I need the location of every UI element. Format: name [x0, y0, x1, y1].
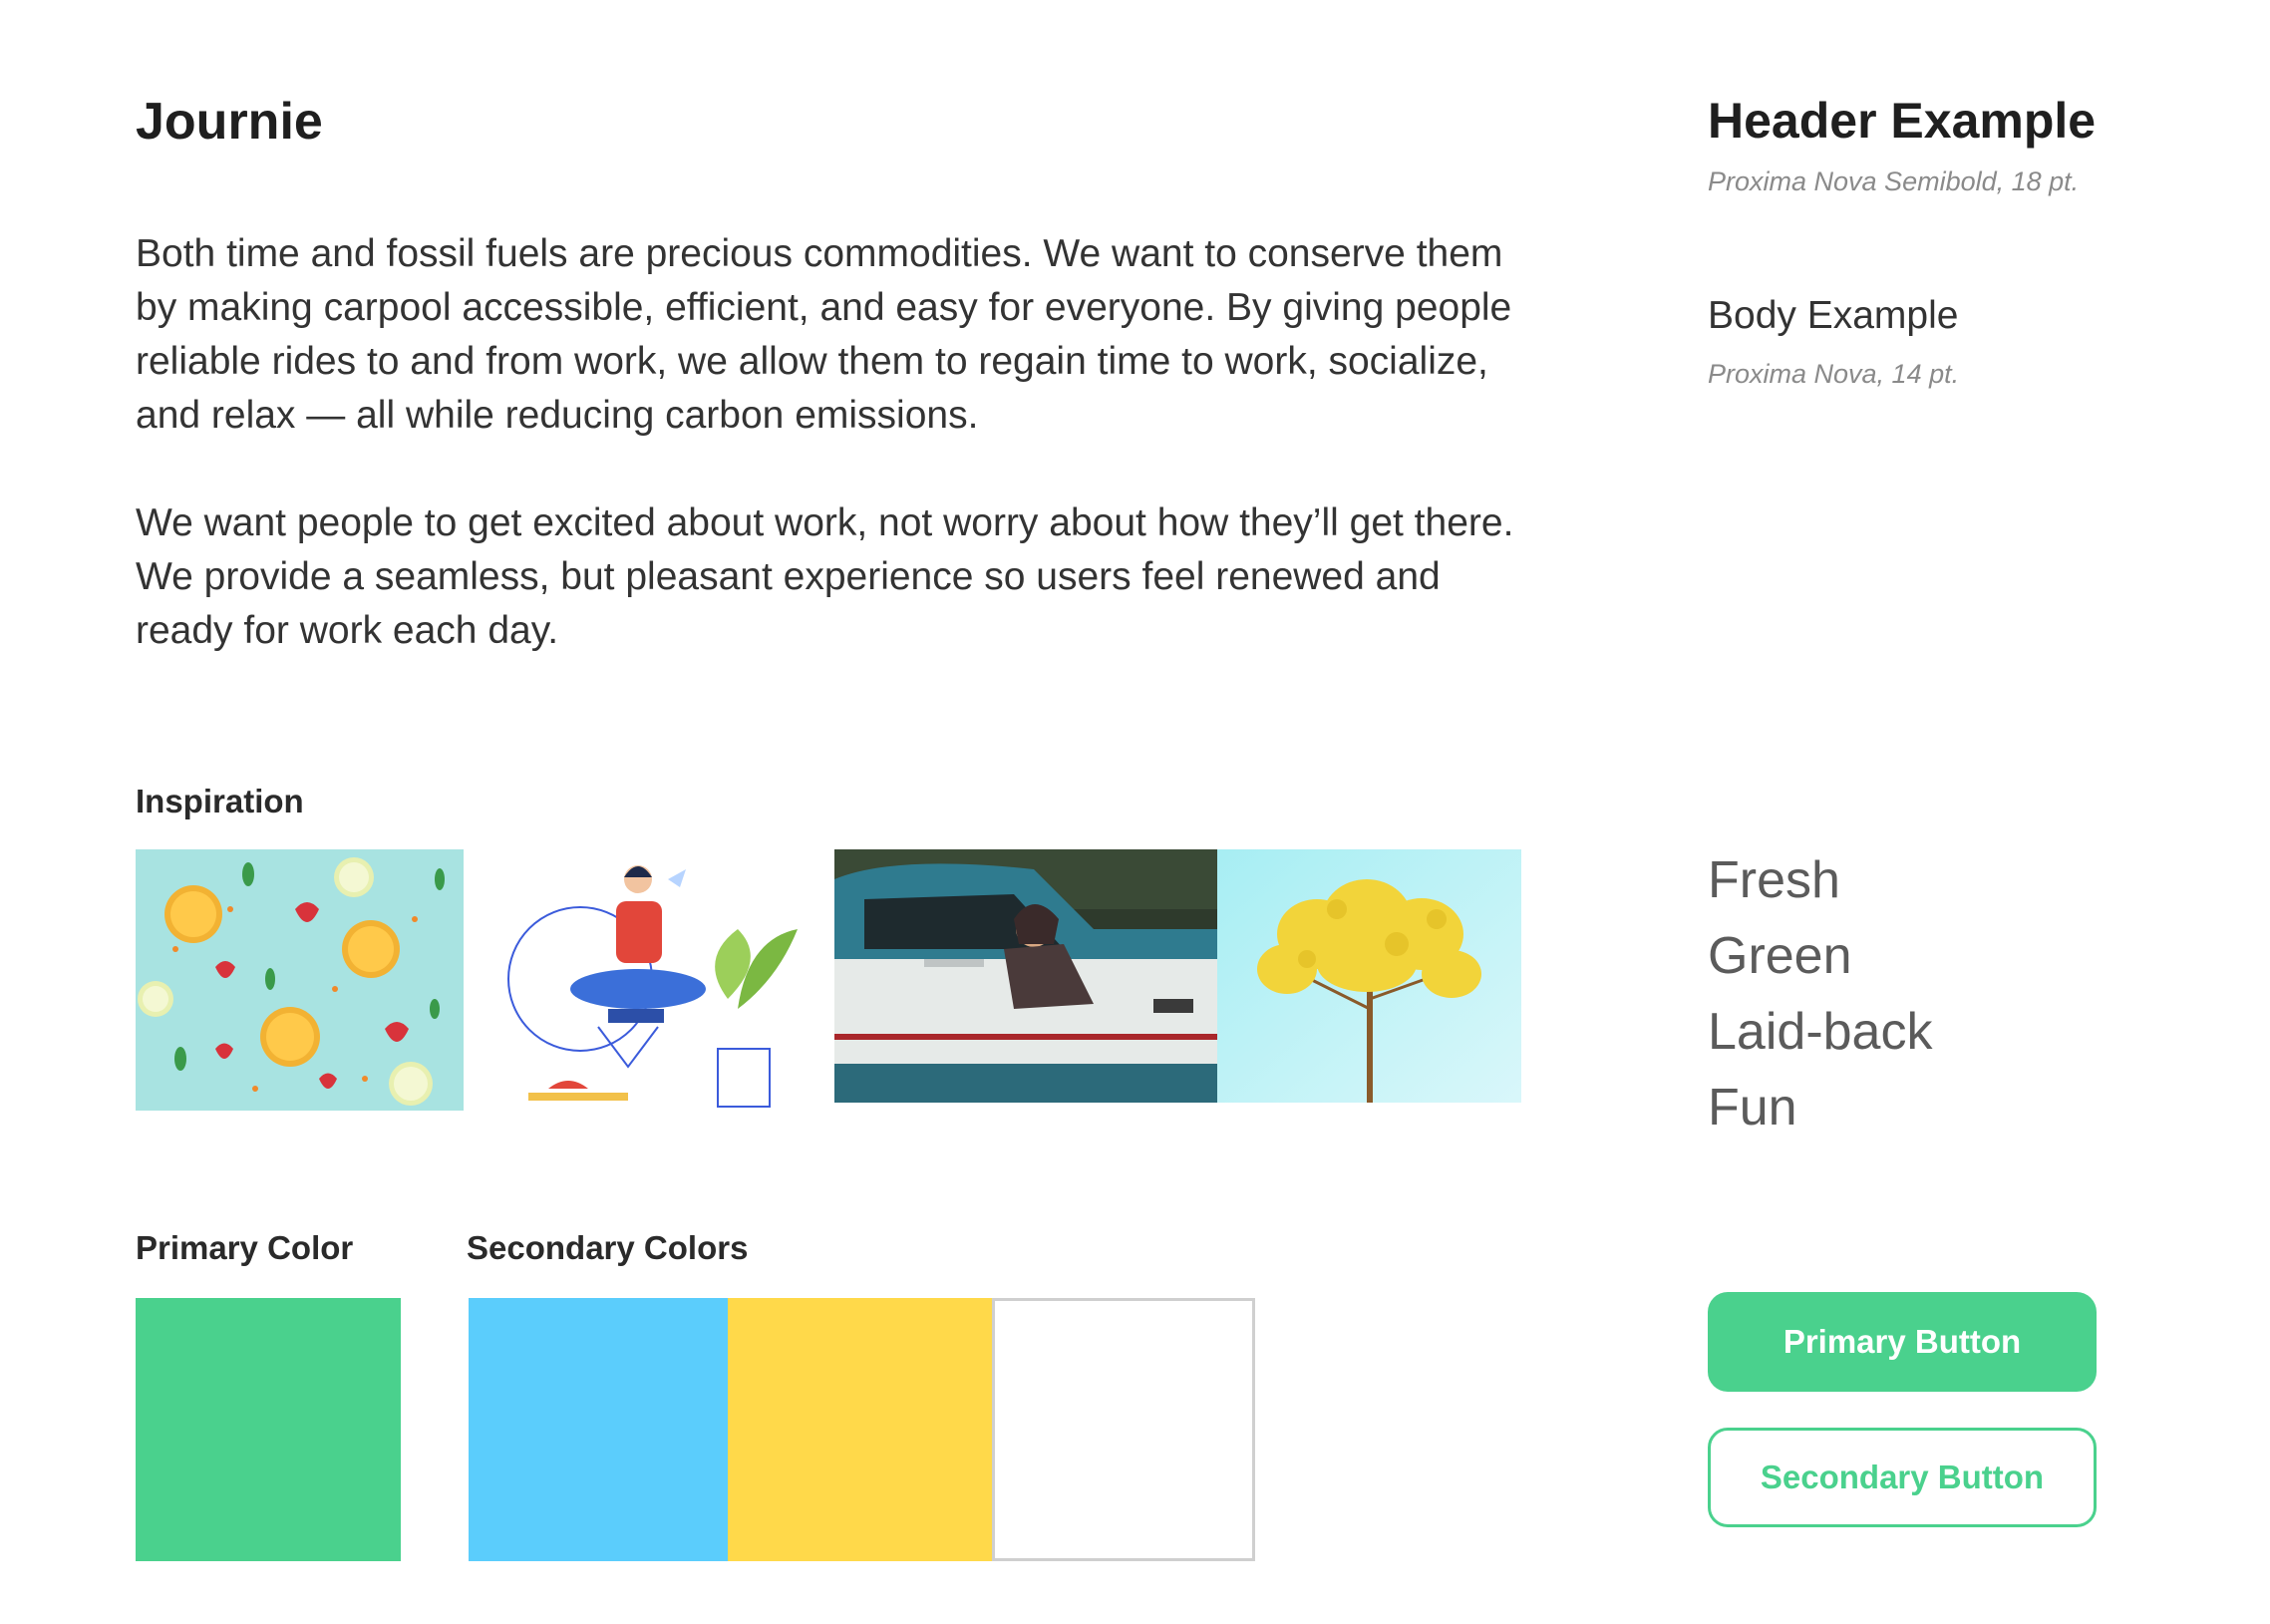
body-font-spec: Proxima Nova, 14 pt.	[1708, 359, 1960, 389]
secondary-color-swatch-blue	[469, 1298, 728, 1561]
keyword: Fun	[1708, 1079, 1797, 1137]
brand-description: Both time and fossil fuels are precious …	[136, 227, 1531, 712]
secondary-colors-label: Secondary Colors	[467, 1229, 749, 1266]
secondary-color-swatch-yellow	[728, 1298, 992, 1561]
meditating-person-illustration	[488, 849, 808, 1111]
primary-button[interactable]: Primary Button	[1708, 1292, 2097, 1392]
keyword: Green	[1708, 927, 1852, 985]
primary-color-swatch	[136, 1298, 401, 1561]
citrus-pattern-image	[136, 849, 464, 1111]
body-example: Body Example	[1708, 294, 1959, 337]
secondary-color-swatch-white	[992, 1298, 1255, 1561]
brand-title: Journie	[136, 93, 323, 151]
brand-keywords: Fresh Green Laid-back Fun	[1708, 842, 1932, 1145]
description-paragraph: Both time and fossil fuels are precious …	[136, 232, 1512, 437]
primary-color-label: Primary Color	[136, 1229, 354, 1266]
secondary-button[interactable]: Secondary Button	[1708, 1428, 2097, 1527]
keyword: Fresh	[1708, 851, 1840, 909]
yellow-tree-photo	[1217, 849, 1521, 1103]
description-paragraph: We want people to get excited about work…	[136, 501, 1514, 652]
header-example: Header Example	[1708, 93, 2097, 149]
vintage-truck-photo	[834, 849, 1217, 1103]
inspiration-label: Inspiration	[136, 783, 304, 819]
keyword: Laid-back	[1708, 1003, 1933, 1061]
header-font-spec: Proxima Nova Semibold, 18 pt.	[1708, 166, 2080, 196]
